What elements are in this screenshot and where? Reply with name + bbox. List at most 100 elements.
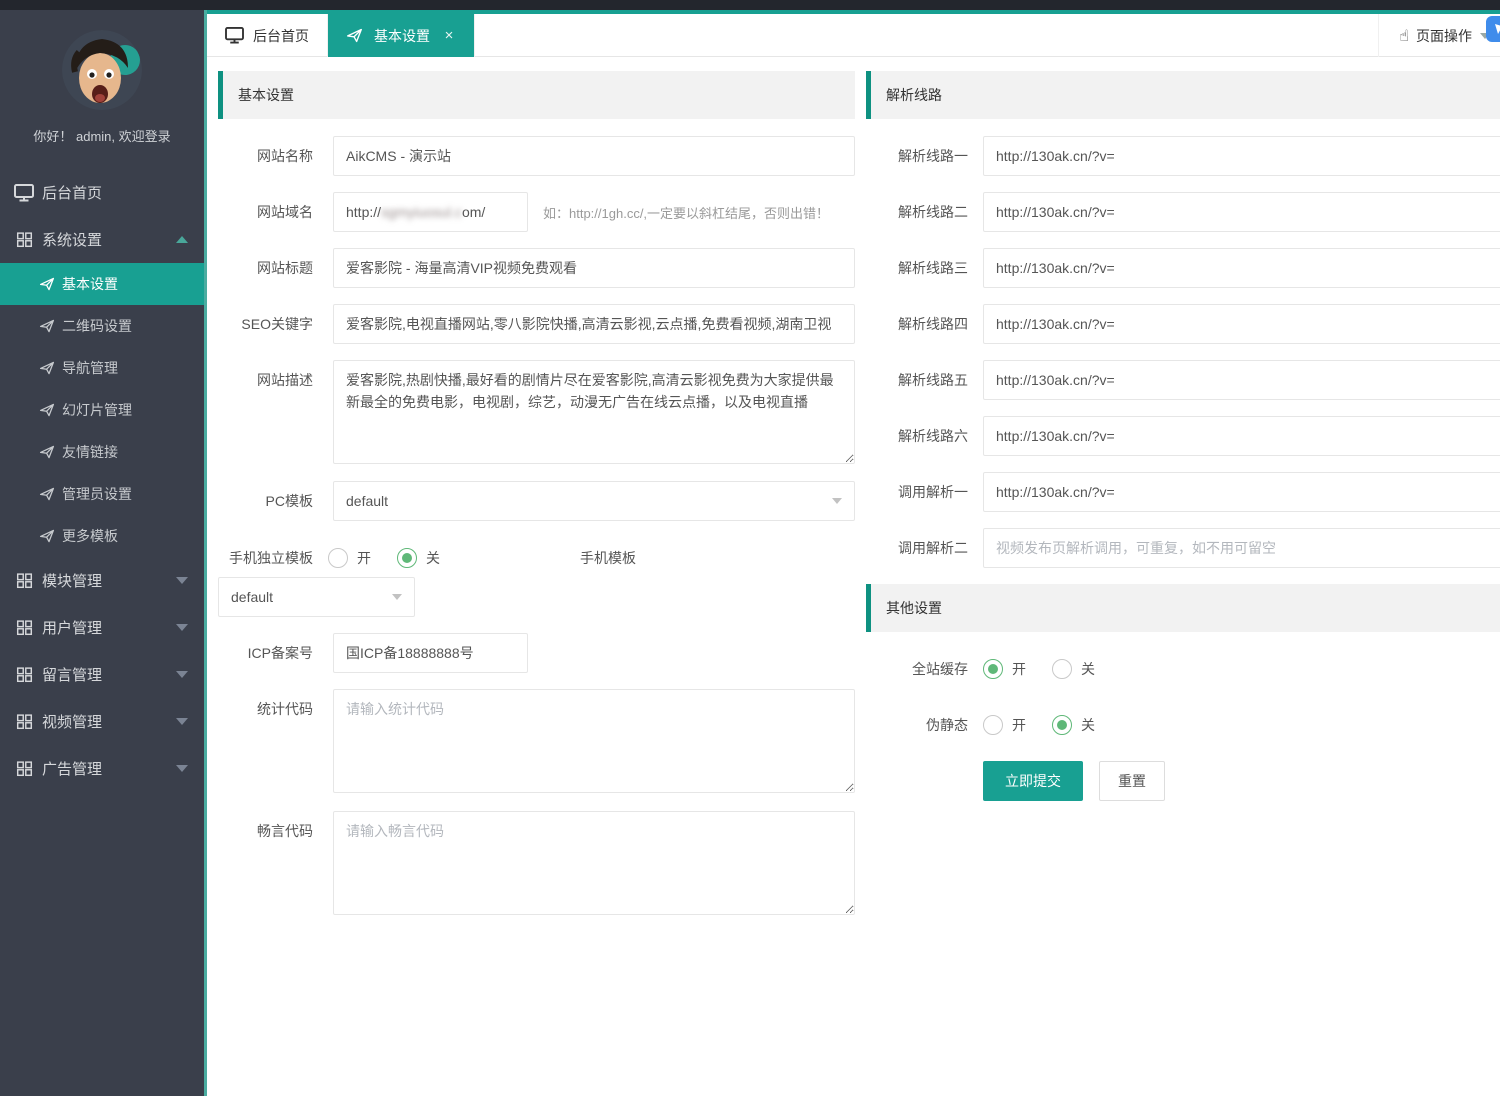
pc-template-select[interactable]: default: [333, 481, 855, 521]
sidebar-item-ad-management[interactable]: 广告管理: [0, 745, 204, 792]
parse-line-1-input[interactable]: [983, 136, 1500, 176]
site-title-input[interactable]: [333, 248, 855, 288]
radio-icon[interactable]: [983, 659, 1003, 679]
sidebar-item-label: 导航管理: [62, 358, 118, 378]
sidebar-nav: 后台首页 系统设置 基本设置 二维码设置 导航管理: [0, 169, 204, 792]
parse-line-2-input[interactable]: [983, 192, 1500, 232]
cubes-icon: [14, 665, 34, 685]
call-parse-2-input[interactable]: [983, 528, 1500, 568]
radio-label: 开: [1012, 659, 1026, 679]
radio-icon[interactable]: [397, 548, 417, 568]
submit-button[interactable]: 立即提交: [983, 761, 1083, 801]
cache-radio-on[interactable]: 开: [983, 659, 1026, 679]
parse-line-6-input[interactable]: [983, 416, 1500, 456]
caret-down-icon: [832, 498, 842, 504]
sidebar: 你好！ admin, 欢迎登录 后台首页 系统设置 基本设置 二维: [0, 0, 204, 1096]
sidebar-item-video-management[interactable]: 视频管理: [0, 698, 204, 745]
changyan-code-textarea[interactable]: [333, 811, 855, 915]
field-label: 畅言代码: [207, 811, 313, 851]
cubes-icon: [14, 712, 34, 732]
radio-label: 开: [357, 548, 371, 568]
tab-basic-settings[interactable]: 基本设置: [328, 14, 475, 57]
mobile-independent-radio-off[interactable]: 关: [397, 548, 440, 568]
close-icon[interactable]: [442, 29, 456, 43]
field-label: 解析线路二: [882, 202, 968, 222]
form-row: 伪静态 开 关: [882, 705, 1500, 745]
sidebar-item-friend-links[interactable]: 友情链接: [0, 431, 204, 473]
form-row: ICP备案号: [207, 633, 855, 673]
stats-code-textarea[interactable]: [333, 689, 855, 793]
field-label: 解析线路一: [882, 146, 968, 166]
cubes-icon: [14, 230, 34, 250]
parse-line-3-input[interactable]: [983, 248, 1500, 288]
paper-plane-icon: [38, 402, 55, 419]
rewrite-radio-on[interactable]: 开: [983, 715, 1026, 735]
sidebar-item-module-management[interactable]: 模块管理: [0, 557, 204, 604]
radio-label: 关: [1081, 659, 1095, 679]
site-domain-input[interactable]: http://sgmyiuosul.com/: [333, 192, 528, 232]
icp-number-input[interactable]: [333, 633, 528, 673]
sidebar-item-slideshow-management[interactable]: 幻灯片管理: [0, 389, 204, 431]
cache-radio-off[interactable]: 关: [1052, 659, 1095, 679]
badge-glyph-icon: [1493, 22, 1500, 36]
sidebar-item-basic-settings[interactable]: 基本设置: [0, 263, 204, 305]
sidebar-item-label: 留言管理: [42, 664, 102, 685]
mobile-independent-radio-on[interactable]: 开: [328, 548, 371, 568]
field-label: SEO关键字: [207, 314, 313, 334]
site-name-input[interactable]: [333, 136, 855, 176]
sidebar-item-admin-settings[interactable]: 管理员设置: [0, 473, 204, 515]
tab-label: 基本设置: [374, 26, 430, 46]
sidebar-item-more-templates[interactable]: 更多模板: [0, 515, 204, 557]
form-row: PC模板 default: [207, 481, 855, 521]
parse-line-4-input[interactable]: [983, 304, 1500, 344]
rewrite-radio-off[interactable]: 关: [1052, 715, 1095, 735]
tab-label: 后台首页: [253, 26, 309, 46]
form-row: 解析线路一: [882, 136, 1500, 176]
sidebar-item-label: 后台首页: [42, 182, 102, 203]
form-row: 手机独立模板 开 关 手机模板: [207, 542, 855, 574]
field-label: ICP备案号: [207, 643, 313, 663]
corner-badge[interactable]: [1486, 16, 1500, 42]
radio-icon[interactable]: [1052, 659, 1072, 679]
sidebar-item-nav-management[interactable]: 导航管理: [0, 347, 204, 389]
field-label: 解析线路六: [882, 426, 968, 446]
reset-button[interactable]: 重置: [1099, 761, 1165, 801]
field-label: 全站缓存: [882, 659, 968, 679]
sidebar-item-user-management[interactable]: 用户管理: [0, 604, 204, 651]
sidebar-item-system-settings[interactable]: 系统设置: [0, 216, 204, 263]
sidebar-item-label: 二维码设置: [62, 316, 132, 336]
tab-home[interactable]: 后台首页: [207, 14, 328, 57]
form-row: 解析线路三: [882, 248, 1500, 288]
sidebar-item-label: 模块管理: [42, 570, 102, 591]
user-greeting: 你好！ admin, 欢迎登录: [0, 126, 204, 145]
field-label: 网站域名: [207, 202, 313, 222]
caret-down-icon: [176, 765, 188, 772]
call-parse-1-input[interactable]: [983, 472, 1500, 512]
sidebar-item-qrcode-settings[interactable]: 二维码设置: [0, 305, 204, 347]
sidebar-item-message-management[interactable]: 留言管理: [0, 651, 204, 698]
mobile-template-label: 手机模板: [580, 548, 636, 568]
field-label: PC模板: [207, 491, 313, 511]
field-label: 调用解析一: [882, 482, 968, 502]
field-label: 调用解析二: [882, 538, 968, 558]
page-actions-dropdown[interactable]: 页面操作: [1378, 14, 1490, 57]
form-row: 调用解析一: [882, 472, 1500, 512]
avatar[interactable]: [62, 30, 142, 110]
seo-keywords-input[interactable]: [333, 304, 855, 344]
field-label: 解析线路三: [882, 258, 968, 278]
mobile-template-select[interactable]: default: [218, 577, 415, 617]
form-actions-row: 立即提交 重置: [983, 761, 1165, 801]
site-description-textarea[interactable]: 爱客影院,热剧快播,最好看的剧情片尽在爱客影院,高清云影视免费为大家提供最新最全…: [333, 360, 855, 464]
form-row: 网站名称: [207, 136, 855, 176]
sidebar-item-home[interactable]: 后台首页: [0, 169, 204, 216]
hand-pointer-icon: [1399, 26, 1409, 46]
form-row: 调用解析二: [882, 528, 1500, 568]
paper-plane-icon: [38, 276, 55, 293]
radio-icon[interactable]: [983, 715, 1003, 735]
radio-icon[interactable]: [1052, 715, 1072, 735]
radio-icon[interactable]: [328, 548, 348, 568]
domain-hint: 如：http://1gh.cc/,一定要以斜杠结尾，否则出错！: [543, 203, 829, 222]
sidebar-item-label: 友情链接: [62, 442, 118, 462]
paper-plane-icon: [38, 318, 55, 335]
parse-line-5-input[interactable]: [983, 360, 1500, 400]
